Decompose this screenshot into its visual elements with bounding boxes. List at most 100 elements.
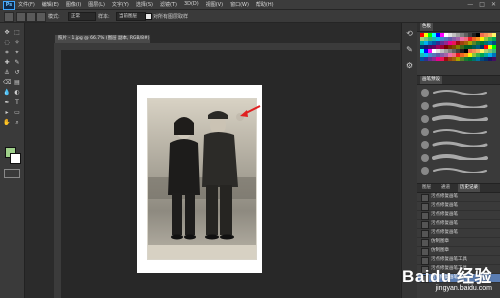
tools-grid: ✥ ⬚ ◌ ✧ ⌗ ⌖ ✚ ✎ ⚓ ↺ ⌫ ▤ 💧 ◐ ✒ T ▸ ▭ ✋ ⌕ [3,29,21,127]
brush-stroke-preview[interactable] [432,154,488,160]
brush-panel-icon[interactable] [36,12,46,22]
clone-source-icon[interactable]: ⚙ [405,61,414,70]
menu-item-6[interactable]: 滤镜(T) [160,1,177,8]
history-item-label: 仿制图章 [431,239,449,244]
history-state-icon [421,239,429,247]
brush-stroke-preview[interactable] [432,89,488,95]
eyedropper-icon[interactable]: ⌖ [13,49,21,57]
history-brush-icon[interactable]: ↺ [13,69,21,77]
brush-stroke-preview[interactable] [432,102,488,108]
brush-stroke-preview[interactable] [432,115,488,121]
brush-tip-icon[interactable] [421,115,429,123]
tab-swatches[interactable]: 色板 [420,23,433,31]
history-item[interactable]: 污点修复画笔 [417,211,500,220]
move-icon[interactable]: ✥ [3,29,11,37]
brush-icon[interactable]: ✎ [13,59,21,67]
blur-icon[interactable]: 💧 [3,89,11,97]
gradient-icon[interactable]: ▤ [13,79,21,87]
type-icon[interactable]: T [13,99,21,107]
tools-panel: ✥ ⬚ ◌ ✧ ⌗ ⌖ ✚ ✎ ⚓ ↺ ⌫ ▤ 💧 ◐ ✒ T ▸ ▭ ✋ ⌕ [0,23,25,298]
align-checkbox[interactable] [145,13,152,20]
history-state-icon [421,221,429,229]
pen-icon[interactable]: ✒ [3,99,11,107]
history-state-icon [421,230,429,238]
history-state-icon [421,194,429,202]
history-item-label: 污点修复画笔 [431,230,458,235]
mode-select[interactable]: 正常 [68,12,96,21]
brush-tip-icon[interactable] [421,141,429,149]
crop-icon[interactable]: ⌗ [3,49,11,57]
photoshop-logo: Ps [3,1,15,10]
brush-tip-icon[interactable] [421,89,429,97]
menu-item-3[interactable]: 图层(L) [88,1,105,8]
clone-stamp-icon[interactable]: ⚓ [3,69,11,77]
watermark-brand: Baidu 经验 [402,267,492,286]
align-label: 对所有图层取样 [153,14,189,20]
swatches-grid [420,33,496,65]
menu-bar: Ps 文件(F) 编辑(E) 图像(I) 图层(L) 文字(Y) 选择(S) 滤镜(T) 3D… [0,0,500,10]
history-item-label: 仿制图章 [431,248,449,253]
shape-icon[interactable]: ▭ [13,109,21,117]
menu-item-1[interactable]: 编辑(E) [42,1,59,8]
eraser-icon[interactable]: ⌫ [3,79,11,87]
mode-label: 模式: [48,14,60,20]
tab-history[interactable]: 历史记录 [458,184,480,192]
clone-source-icon[interactable] [26,12,36,22]
maximize-icon[interactable]: □ [479,1,485,8]
hand-icon[interactable]: ✋ [3,119,11,127]
menu-item-0[interactable]: 文件(F) [18,1,35,8]
background-color-swatch[interactable] [10,153,21,164]
menu-item-5[interactable]: 选择(S) [136,1,153,8]
brush-tip-icon[interactable] [421,102,429,110]
history-item[interactable]: 污点修复画笔 [417,220,500,229]
brush-stroke-preview[interactable] [432,167,488,173]
lasso-icon[interactable]: ◌ [3,39,11,47]
brush-stroke-preview[interactable] [432,141,488,147]
quick-select-icon[interactable]: ✧ [13,39,21,47]
swatch-cell[interactable] [492,57,496,61]
history-state-icon [421,203,429,211]
menu-item-2[interactable]: 图像(I) [66,1,81,8]
history-icon[interactable]: ⟲ [405,29,414,38]
menu-item-7[interactable]: 3D(D) [184,1,199,8]
tool-preset-icon[interactable] [4,12,14,22]
menu-item-8[interactable]: 视图(V) [206,1,223,8]
quick-mask-icon[interactable] [4,169,20,178]
menu-item-9[interactable]: 窗口(W) [230,1,249,8]
history-item-label: 污点修复画笔 [431,221,458,226]
history-item-label: 污点修复画笔 [431,194,458,199]
brush-icon[interactable]: ✎ [405,45,414,54]
history-item[interactable]: 仿制图章 [417,247,500,256]
history-panel-header: 图层 通道 历史记录 [417,183,500,193]
close-icon[interactable]: ✕ [491,1,496,8]
brush-presets-panel: 画笔预设 [417,75,500,183]
dock-icon-strip: ⟲ ✎ ⚙ [401,23,418,298]
sample-select[interactable]: 当前图层 [116,12,146,21]
brush-tip-icon[interactable] [421,167,429,175]
menu-items: 文件(F) 编辑(E) 图像(I) 图层(L) 文字(Y) 选择(S) 滤镜(T) 3D(D)… [18,1,274,8]
brush-tip-icon[interactable] [421,128,429,136]
healing-icon[interactable]: ✚ [3,59,11,67]
path-select-icon[interactable]: ▸ [3,109,11,117]
tab-layers[interactable]: 图层 [420,184,433,192]
red-arrow-annotation [240,105,261,117]
tab-channels[interactable]: 通道 [439,184,452,192]
history-item[interactable]: 仿制图章 [417,238,500,247]
dodge-icon[interactable]: ◐ [13,89,21,97]
brush-stroke-preview[interactable] [432,128,488,134]
tab-brush-presets[interactable]: 画笔预设 [420,76,442,84]
marquee-icon[interactable]: ⬚ [13,29,21,37]
brush-panel-header: 画笔预设 [417,75,500,85]
brush-picker-icon[interactable] [16,12,26,22]
brush-tip-icon[interactable] [421,154,429,162]
history-item[interactable]: 污点修复画笔 [417,202,500,211]
history-item[interactable]: 污点修复画笔 [417,193,500,202]
menu-item-10[interactable]: 帮助(H) [256,1,274,8]
old-photo-image[interactable] [147,98,257,260]
menu-item-4[interactable]: 文字(Y) [112,1,129,8]
history-item[interactable]: 污点修复画笔 [417,229,500,238]
minimize-icon[interactable]: — [467,1,473,8]
history-item-label: 污点修复画笔 [431,203,458,208]
options-bar: 模式: 正常 样本: 当前图层 对所有图层取样 [0,10,500,23]
zoom-icon[interactable]: ⌕ [13,119,21,127]
